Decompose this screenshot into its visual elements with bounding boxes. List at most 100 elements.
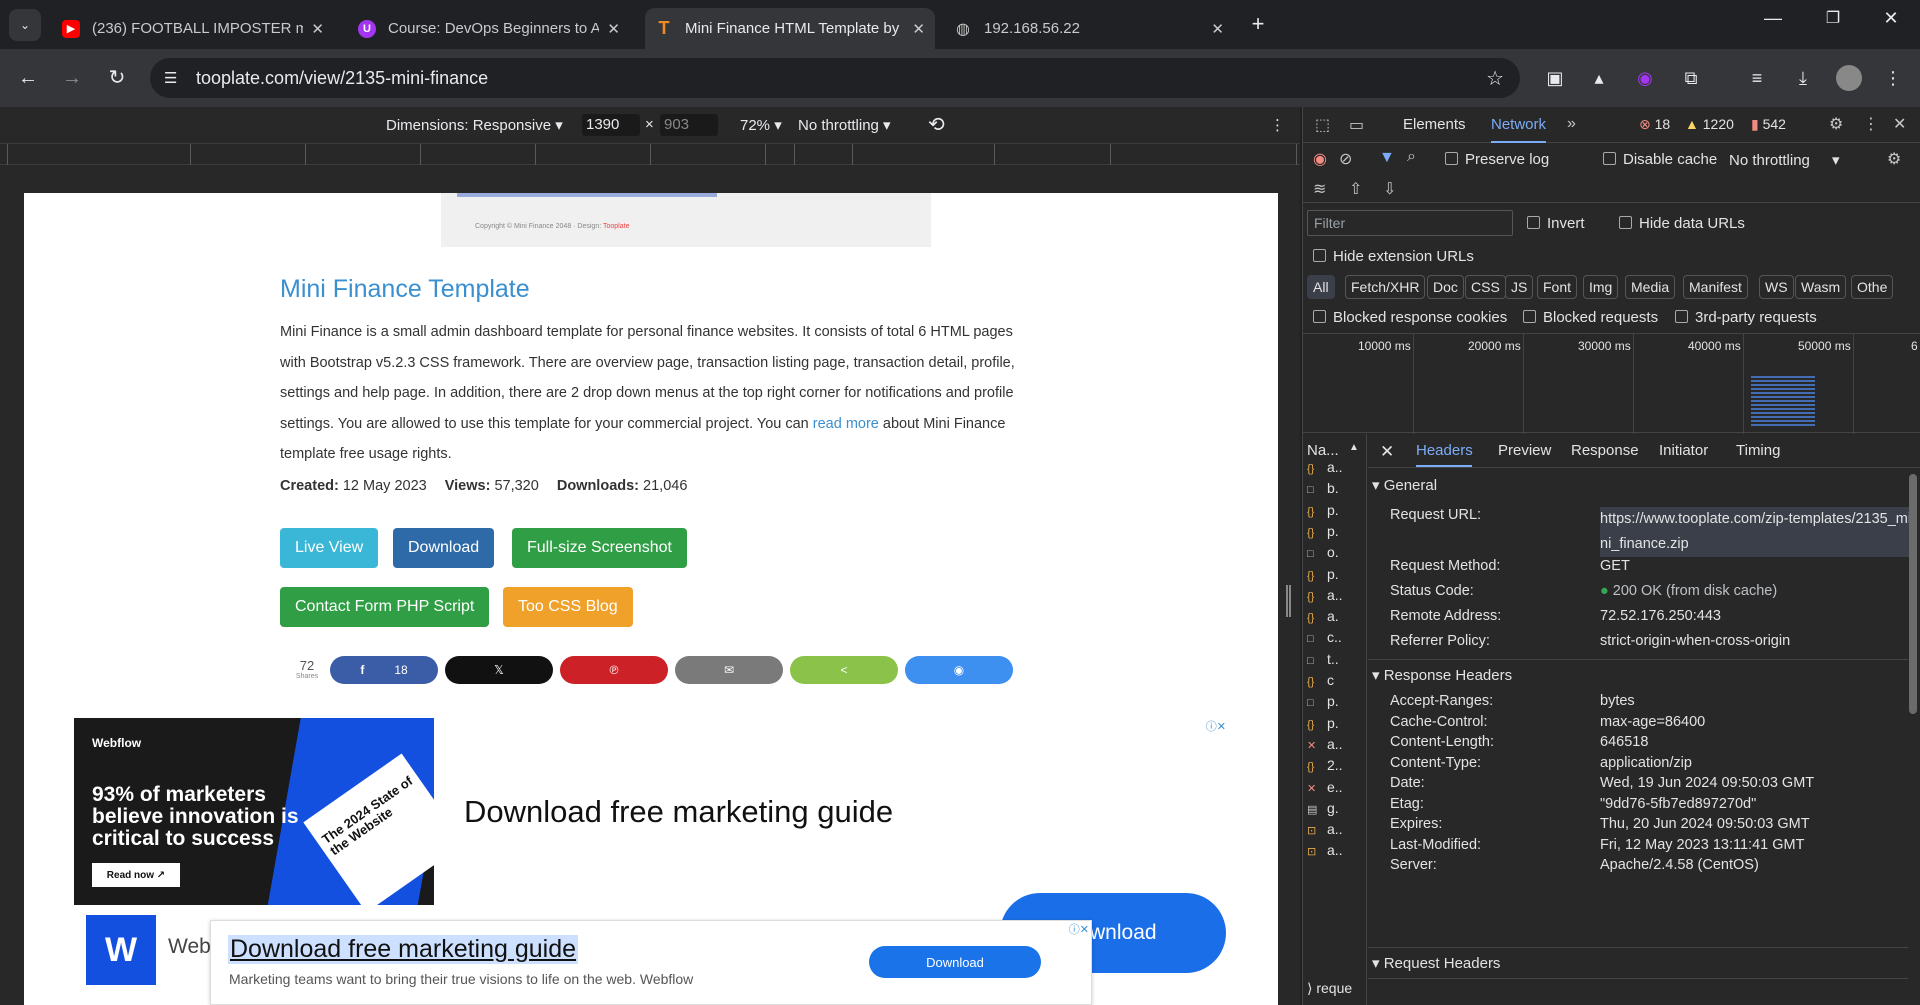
full-size-screenshot-button[interactable]: Full-size Screenshot <box>512 528 687 568</box>
advertisement-banner[interactable]: Webflow 93% of marketers believe innovat… <box>74 718 1230 908</box>
ruler-segment[interactable] <box>765 144 766 166</box>
tab-mini-finance[interactable]: T Mini Finance HTML Template by ✕ <box>645 8 935 49</box>
request-row[interactable]: {} p. <box>1307 502 1347 518</box>
network-overview-timeline[interactable]: 10000 ms 20000 ms 30000 ms 40000 ms 5000… <box>1303 333 1920 434</box>
back-button[interactable]: ← <box>12 62 44 94</box>
detail-tab-headers[interactable]: Headers <box>1416 442 1473 459</box>
ruler-segment[interactable] <box>794 144 795 166</box>
viewport-resize-handle[interactable] <box>1286 585 1291 617</box>
tab-elements[interactable]: Elements <box>1403 116 1466 133</box>
extensions-puzzle-icon[interactable]: ⧉ <box>1678 65 1704 91</box>
request-row[interactable]: ▤ g. <box>1307 800 1347 816</box>
tab-ip-address[interactable]: ◍ 192.168.56.22 ✕ <box>944 8 1234 49</box>
tab-youtube[interactable]: ▶ (236) FOOTBALL IMPOSTER ma ✕ <box>52 8 334 49</box>
minimize-button[interactable]: — <box>1758 8 1788 29</box>
filter-chip-css[interactable]: CSS <box>1465 275 1506 299</box>
error-icon[interactable]: ⊗ 18 <box>1639 116 1670 133</box>
new-tab-button[interactable]: + <box>1244 10 1272 38</box>
close-icon[interactable]: ✕ <box>912 20 925 38</box>
request-row[interactable]: ⊡ a.. <box>1307 821 1347 837</box>
tab-udemy[interactable]: U Course: DevOps Beginners to A ✕ <box>348 8 630 49</box>
blocked-requests-checkbox[interactable]: Blocked requests <box>1523 309 1658 326</box>
request-headers-section-header[interactable]: ▾ Request Headers <box>1372 954 1500 972</box>
contact-form-button[interactable]: Contact Form PHP Script <box>280 587 490 627</box>
ad-choices-icon[interactable]: ⓘ✕ <box>1069 921 1089 937</box>
detail-tab-preview[interactable]: Preview <box>1498 442 1551 459</box>
throttling-dropdown[interactable]: No throttling ▾ <box>798 116 891 134</box>
download-button[interactable]: Download <box>393 528 495 568</box>
detail-tab-timing[interactable]: Timing <box>1736 442 1780 459</box>
close-icon[interactable]: ✕ <box>1211 20 1224 38</box>
request-row[interactable]: {} p. <box>1307 715 1347 731</box>
sharethis-share-button[interactable]: < <box>790 656 898 684</box>
request-row[interactable]: □ o. <box>1307 544 1347 560</box>
detail-tab-initiator[interactable]: Initiator <box>1659 442 1708 459</box>
request-row[interactable]: {} a. <box>1307 608 1347 624</box>
filter-chip-img[interactable]: Img <box>1583 275 1619 299</box>
download-icon[interactable]: ⤓ <box>1790 65 1816 91</box>
close-icon[interactable]: ✕ <box>311 20 324 38</box>
ruler-segment[interactable] <box>1110 144 1111 166</box>
request-row[interactable]: {} a.. <box>1307 587 1347 603</box>
messenger-share-button[interactable]: ◉ <box>905 656 1013 684</box>
filter-chip-manifest[interactable]: Manifest <box>1683 275 1748 299</box>
request-row[interactable]: ✕ a.. <box>1307 736 1347 752</box>
restore-button[interactable]: ❐ <box>1818 8 1848 28</box>
close-detail-icon[interactable]: ✕ <box>1380 442 1394 462</box>
more-menu-icon[interactable]: ⋮ <box>1880 65 1906 91</box>
name-column-header[interactable]: Na... <box>1307 442 1339 459</box>
filter-icon[interactable]: ▼ <box>1379 149 1395 167</box>
avatar[interactable] <box>1836 65 1862 91</box>
record-icon[interactable]: ◉ <box>1313 149 1327 169</box>
ruler-segment[interactable] <box>305 144 306 166</box>
request-row[interactable]: {} 2.. <box>1307 757 1347 773</box>
email-share-button[interactable]: ✉ <box>675 656 783 684</box>
width-input[interactable]: 1390 <box>582 114 640 136</box>
request-row[interactable]: {} p. <box>1307 566 1347 582</box>
more-tabs-icon[interactable]: » <box>1567 115 1576 133</box>
more-options-icon[interactable]: ⋮ <box>1863 114 1879 134</box>
preserve-log-checkbox[interactable]: Preserve log <box>1445 151 1549 168</box>
extension-icon[interactable]: ▴ <box>1586 65 1612 91</box>
live-view-button[interactable]: Live View <box>280 528 379 568</box>
request-row[interactable]: ✕ e.. <box>1307 779 1347 795</box>
reload-button[interactable]: ↻ <box>101 62 133 94</box>
invert-checkbox[interactable]: Invert <box>1527 215 1585 232</box>
network-conditions-icon[interactable]: ≋ <box>1313 179 1326 199</box>
cast-icon[interactable]: ▣ <box>1542 65 1568 91</box>
filter-chip-doc[interactable]: Doc <box>1427 275 1464 299</box>
filter-input[interactable]: Filter <box>1307 210 1513 236</box>
overlay-ad[interactable]: Download free marketing guide Marketing … <box>210 920 1092 1005</box>
network-settings-icon[interactable]: ⚙ <box>1887 149 1901 169</box>
rotate-icon[interactable]: ⟲ <box>928 112 945 137</box>
blocked-cookies-checkbox[interactable]: Blocked response cookies <box>1313 309 1507 326</box>
filter-chip-fetch-xhr[interactable]: Fetch/XHR <box>1345 275 1426 299</box>
ruler-segment[interactable] <box>190 144 191 166</box>
height-input[interactable]: 903 <box>660 114 718 136</box>
detail-tab-response[interactable]: Response <box>1571 442 1639 459</box>
request-row[interactable]: □ b. <box>1307 480 1347 496</box>
address-bar[interactable]: ☰ tooplate.com/view/2135-mini-finance ☆ <box>150 58 1520 98</box>
read-more-link[interactable]: read more <box>813 416 879 432</box>
extension-purple-icon[interactable]: ◉ <box>1632 65 1658 91</box>
request-row[interactable]: {} c <box>1307 672 1347 688</box>
general-section-header[interactable]: ▾ General <box>1372 476 1437 494</box>
request-row[interactable]: ⊡ a.. <box>1307 842 1347 858</box>
filter-chip-other[interactable]: Othe <box>1851 275 1894 299</box>
ruler-segment[interactable] <box>1296 144 1297 166</box>
dimensions-dropdown[interactable]: Dimensions: Responsive ▾ <box>386 116 563 134</box>
overlay-ad-title[interactable]: Download free marketing guide <box>228 935 579 964</box>
request-row[interactable]: □ c.. <box>1307 629 1347 645</box>
export-har-icon[interactable]: ⇩ <box>1383 179 1396 199</box>
reading-list-icon[interactable]: ≡ <box>1744 65 1770 91</box>
request-row[interactable]: {} a.. <box>1307 459 1347 475</box>
pinterest-share-button[interactable]: ℗ <box>560 656 668 684</box>
request-row[interactable]: □ p. <box>1307 693 1347 709</box>
network-throttling-dropdown[interactable]: No throttling ▾ <box>1729 151 1840 169</box>
too-css-blog-button[interactable]: Too CSS Blog <box>503 587 633 627</box>
filter-chip-ws[interactable]: WS <box>1759 275 1794 299</box>
warning-icon[interactable]: ▲ 1220 <box>1685 116 1734 132</box>
ad-choices-icon[interactable]: ⓘ✕ <box>1206 718 1226 734</box>
hide-extension-urls-checkbox[interactable]: Hide extension URLs <box>1313 248 1474 265</box>
close-devtools-icon[interactable]: ✕ <box>1893 114 1906 134</box>
